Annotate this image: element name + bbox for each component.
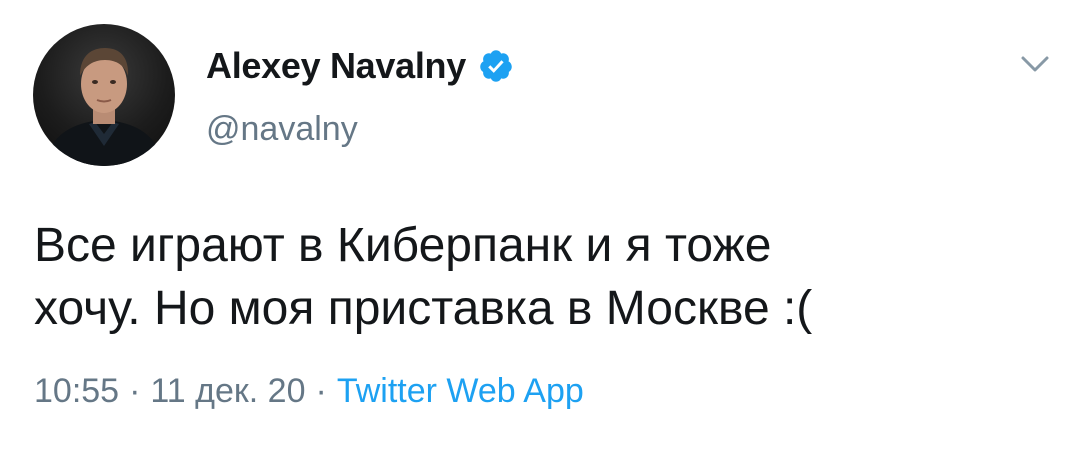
tweet-time[interactable]: 10:55: [34, 372, 119, 410]
author-display-name[interactable]: Alexey Navalny: [206, 45, 466, 87]
author-name-row: Alexey Navalny: [206, 40, 514, 92]
tweet-text: Все играют в Киберпанк и я тоже хочу. Но…: [34, 214, 1054, 340]
tweet-source-link[interactable]: Twitter Web App: [337, 372, 584, 410]
tweet-card: Alexey Navalny @navalny Все играют в Киб…: [0, 0, 1080, 449]
chevron-down-icon[interactable]: [1017, 50, 1053, 78]
tweet-meta: 10:55 · 11 дек. 20 · Twitter Web App: [34, 372, 584, 411]
meta-separator: ·: [129, 372, 141, 410]
tweet-date[interactable]: 11 дек. 20: [150, 372, 305, 410]
verified-badge-icon: [478, 48, 514, 84]
meta-separator: ·: [315, 372, 327, 410]
tweet-text-line: Все играют в Киберпанк и я тоже: [34, 219, 772, 272]
author-handle[interactable]: @navalny: [206, 110, 358, 149]
avatar[interactable]: [33, 24, 175, 166]
tweet-text-line: хочу. Но моя приставка в Москве :(: [34, 282, 813, 335]
